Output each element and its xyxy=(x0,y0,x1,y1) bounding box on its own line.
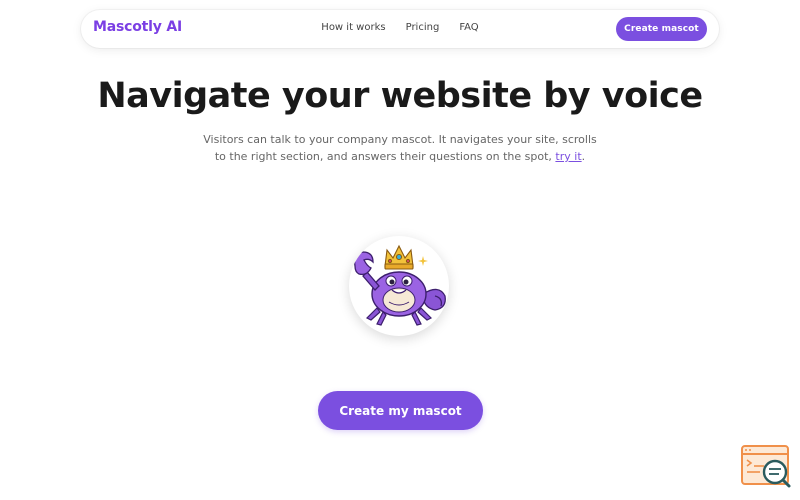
page: Mascotly AI How it works Pricing FAQ Cre… xyxy=(0,0,800,500)
create-my-mascot-button[interactable]: Create my mascot xyxy=(318,391,483,430)
hero-subtitle-end: . xyxy=(581,150,586,163)
chat-widget-button[interactable] xyxy=(740,445,792,489)
hero-subtitle: Visitors can talk to your company mascot… xyxy=(200,131,600,165)
create-mascot-button[interactable]: Create mascot xyxy=(616,17,707,41)
try-it-link[interactable]: try it xyxy=(555,150,581,163)
crab-king-mascot-icon xyxy=(354,244,446,326)
nav-link-pricing[interactable]: Pricing xyxy=(406,22,440,33)
nav-link-how-it-works[interactable]: How it works xyxy=(321,22,385,33)
chat-search-widget-icon xyxy=(741,445,791,488)
top-navbar: Mascotly AI How it works Pricing FAQ Cre… xyxy=(81,10,719,48)
hero-subtitle-text: Visitors can talk to your company mascot… xyxy=(203,133,597,163)
mascot-avatar[interactable] xyxy=(349,236,449,336)
hero-title: Navigate your website by voice xyxy=(97,76,703,116)
nav-link-faq[interactable]: FAQ xyxy=(459,22,478,33)
